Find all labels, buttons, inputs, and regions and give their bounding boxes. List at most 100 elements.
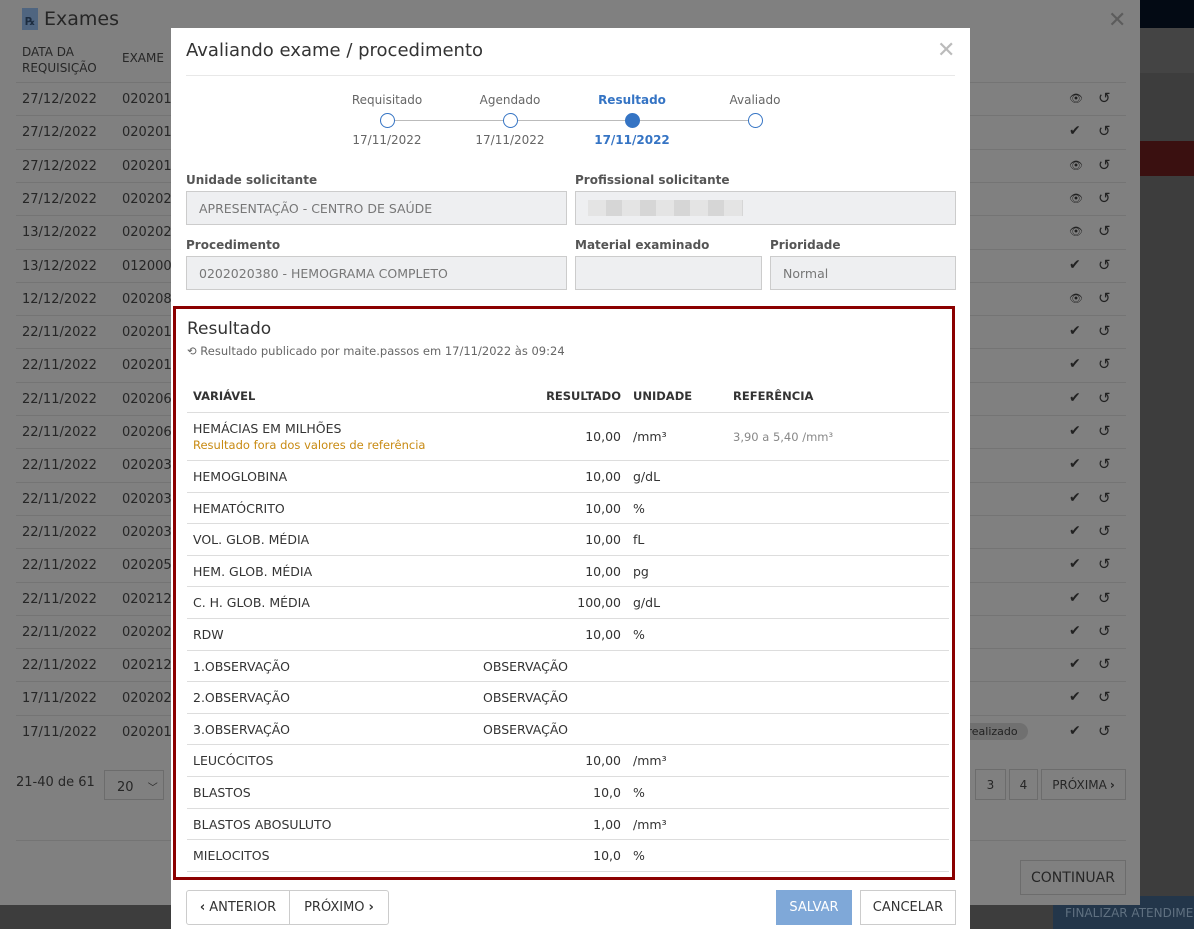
check-icon[interactable]: ✔: [1069, 590, 1081, 606]
exam-code: 020201: [122, 358, 172, 374]
variable-name: VOL. GLOB. MÉDIA: [193, 532, 310, 548]
eye-icon[interactable]: 👁: [1069, 159, 1083, 172]
result-section: Resultado ⟲ Resultado publicado por mait…: [173, 306, 955, 880]
material-field[interactable]: [575, 256, 762, 290]
exam-date: 22/11/2022: [22, 458, 97, 474]
column-header-exame[interactable]: EXAME: [122, 51, 164, 65]
variable-name: LEUCÓCITOS: [193, 753, 274, 769]
header-referencia: REFERÊNCIA: [733, 389, 814, 403]
proximo-label: PRÓXIMO: [304, 900, 365, 915]
exam-code: 020206: [122, 391, 172, 407]
result-row: HEM. GLOB. MÉDIA 10,00 pg: [187, 556, 949, 588]
undo-icon[interactable]: ↺: [1098, 389, 1111, 407]
exam-date: 22/11/2022: [22, 325, 97, 341]
variable-name: HEMOGLOBINA: [193, 469, 288, 484]
check-icon[interactable]: ✔: [1069, 257, 1081, 273]
column-header-date[interactable]: DATA DA REQUISIÇÃO: [22, 44, 97, 76]
undo-icon[interactable]: ↺: [1098, 189, 1111, 207]
undo-icon[interactable]: ↺: [1098, 655, 1111, 673]
variable-name: C. H. GLOB. MÉDIA: [193, 595, 310, 611]
undo-icon[interactable]: ↺: [1098, 455, 1111, 473]
exam-code: 012000: [122, 258, 172, 274]
salvar-button[interactable]: SALVAR: [776, 890, 852, 925]
eye-icon[interactable]: 👁: [1069, 292, 1083, 305]
procedimento-field[interactable]: 0202020380 - HEMOGRAMA COMPLETO: [186, 256, 567, 290]
undo-icon[interactable]: ↺: [1098, 522, 1111, 540]
variable-name: BLASTOS: [193, 785, 251, 800]
check-icon[interactable]: ✔: [1069, 523, 1081, 539]
check-icon[interactable]: ✔: [1069, 656, 1081, 672]
result-title: Resultado: [187, 319, 272, 339]
exam-date: 27/12/2022: [22, 92, 97, 107]
result-value: 10,00: [585, 500, 621, 516]
result-published-info: ⟲ Resultado publicado por maite.passos e…: [187, 344, 565, 358]
exam-date: 27/12/2022: [22, 125, 97, 141]
undo-icon[interactable]: ↺: [1098, 622, 1111, 640]
result-value: 10,0: [593, 848, 621, 864]
undo-icon[interactable]: ↺: [1098, 355, 1111, 373]
undo-icon[interactable]: ↺: [1098, 122, 1111, 140]
undo-icon[interactable]: ↺: [1098, 555, 1111, 573]
profissional-field[interactable]: [575, 191, 956, 225]
undo-icon[interactable]: ↺: [1098, 156, 1111, 174]
step-resultado: Resultado 17/11/2022: [582, 93, 682, 147]
undo-icon[interactable]: ↺: [1098, 89, 1111, 107]
exam-date: 22/11/2022: [22, 358, 97, 374]
prioridade-field[interactable]: Normal: [770, 256, 956, 290]
check-icon[interactable]: ✔: [1069, 423, 1081, 439]
undo-icon[interactable]: ↺: [1098, 688, 1111, 706]
continuar-button[interactable]: CONTINUAR: [1020, 860, 1126, 895]
exames-title: ℞ Exames: [22, 8, 119, 30]
unidade-field[interactable]: APRESENTAÇÃO - CENTRO DE SAÚDE: [186, 191, 567, 225]
undo-icon[interactable]: ↺: [1098, 422, 1111, 440]
check-icon[interactable]: ✔: [1069, 490, 1081, 506]
check-icon[interactable]: ✔: [1069, 323, 1081, 339]
undo-icon[interactable]: ↺: [1098, 589, 1111, 607]
proximo-button[interactable]: PRÓXIMO ›: [289, 890, 389, 925]
undo-icon[interactable]: ↺: [1098, 222, 1111, 240]
exam-code: 020205: [122, 558, 172, 574]
exam-date: 17/11/2022: [22, 691, 97, 707]
check-icon[interactable]: ✔: [1069, 723, 1081, 739]
page-size-select[interactable]: 20 ﹀: [104, 770, 164, 800]
check-icon[interactable]: ✔: [1069, 456, 1081, 472]
background-panel: [1140, 28, 1194, 73]
eye-icon[interactable]: 👁: [1069, 225, 1083, 238]
result-value: 10,00: [585, 429, 621, 444]
anterior-button[interactable]: ‹ ANTERIOR: [186, 890, 290, 925]
prioridade-label: Prioridade: [770, 238, 841, 252]
cancelar-button[interactable]: CANCELAR: [860, 890, 956, 925]
chevron-right-icon: ›: [1109, 777, 1115, 792]
check-icon[interactable]: ✔: [1069, 556, 1081, 572]
result-value: 10,00: [585, 753, 621, 769]
step-label: Avaliado: [729, 93, 781, 107]
next-page-button[interactable]: PRÓXIMA ›: [1041, 769, 1126, 800]
undo-icon[interactable]: ↺: [1098, 289, 1111, 307]
eye-icon[interactable]: 👁: [1069, 192, 1083, 205]
check-icon[interactable]: ✔: [1069, 123, 1081, 139]
check-icon[interactable]: ✔: [1069, 356, 1081, 372]
page-button[interactable]: 3: [975, 769, 1006, 800]
result-unit: /mm³: [633, 816, 667, 832]
eye-icon[interactable]: 👁: [1069, 92, 1083, 105]
result-row: MIELOCITOS 10,0%: [187, 840, 949, 872]
page-button[interactable]: 4: [1009, 769, 1038, 800]
exam-code: 020201: [122, 125, 172, 141]
header-line: DATA DA: [22, 45, 74, 59]
exam-code: 020203: [122, 491, 172, 507]
page-size-value: 20: [117, 780, 134, 795]
undo-icon[interactable]: ↺: [1098, 722, 1111, 740]
undo-icon[interactable]: ↺: [1098, 256, 1111, 274]
exam-date: 22/11/2022: [22, 391, 97, 407]
result-unit: /mm³: [633, 429, 667, 444]
undo-icon[interactable]: ↺: [1098, 489, 1111, 507]
check-icon[interactable]: ✔: [1069, 390, 1081, 406]
check-icon[interactable]: ✔: [1069, 689, 1081, 705]
close-icon[interactable]: ✕: [937, 38, 955, 63]
variable-name: BLASTOS ABOSULUTO: [193, 816, 332, 832]
close-icon[interactable]: ✕: [1108, 8, 1126, 33]
undo-icon[interactable]: ↺: [1098, 322, 1111, 340]
variable-name: RDW: [193, 627, 224, 642]
check-icon[interactable]: ✔: [1069, 623, 1081, 639]
result-unit: fL: [633, 532, 645, 548]
